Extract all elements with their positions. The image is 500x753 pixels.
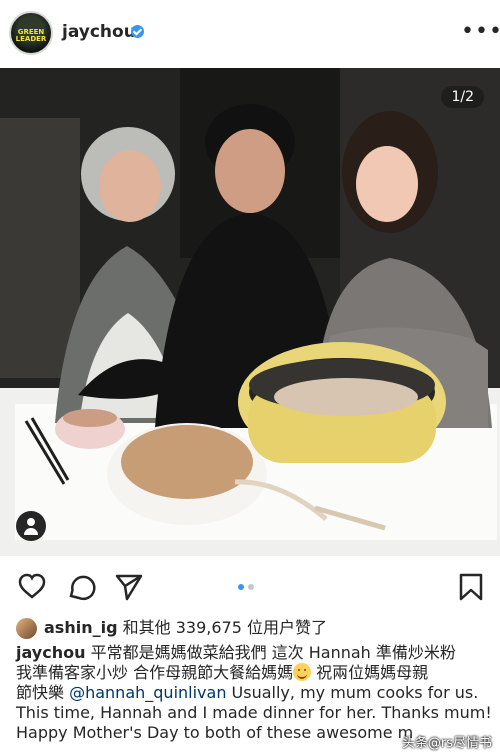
profile-avatar[interactable]: GREEN LEADER <box>9 11 53 55</box>
comment-icon[interactable] <box>66 572 96 602</box>
user-tag-icon[interactable] <box>16 511 46 541</box>
avatar-logo-text: GREEN LEADER <box>15 28 47 43</box>
bookmark-icon[interactable] <box>456 572 486 602</box>
post-header: GREEN LEADER jaychou ••• <box>0 0 500 68</box>
likes-text: ashin_ig 和其他 339,675 位用户赞了 <box>44 616 327 640</box>
caption-username[interactable]: jaychou <box>16 643 85 662</box>
caption-text-3b: Usually, my mum cooks for us. <box>226 683 479 702</box>
caption-line-3: 節快樂 @hannah_quinlivan Usually, my mum co… <box>16 683 486 703</box>
caption-line-1: jaychou 平常都是媽媽做菜給我們 這次 Hannah 準備炒米粉 <box>16 643 486 663</box>
caption-line-2: 我準備客家小炒 合作母親節大餐給媽媽 祝兩位媽媽母親 <box>16 663 486 683</box>
verified-badge-icon <box>131 25 144 38</box>
likes-summary: ashin_ig 和其他 339,675 位用户赞了 <box>16 616 486 640</box>
liker-username[interactable]: ashin_ig <box>44 618 118 637</box>
post-caption: jaychou 平常都是媽媽做菜給我們 這次 Hannah 準備炒米粉 我準備客… <box>16 643 492 743</box>
photo-illustration <box>0 68 500 556</box>
source-watermark: 头条@rs尽情书 <box>401 736 492 751</box>
smiley-emoji-icon <box>293 663 312 681</box>
post-username[interactable]: jaychou <box>62 22 136 42</box>
heart-icon[interactable] <box>17 572 47 602</box>
caption-text-2: 我準備客家小炒 合作母親節大餐給媽媽 <box>16 663 294 682</box>
caption-text-1: 平常都是媽媽做菜給我們 這次 Hannah 準備炒米粉 <box>85 643 456 662</box>
caption-line-4: This time, Hannah and I made dinner for … <box>16 703 492 722</box>
likes-count-text: 和其他 339,675 位用户赞了 <box>117 618 327 637</box>
post-photo[interactable]: 1/2 <box>0 68 500 556</box>
caption-text-3a: 節快樂 <box>16 683 70 702</box>
carousel-dot-active <box>238 584 244 590</box>
caption-mention[interactable]: @hannah_quinlivan <box>69 683 226 702</box>
caption-text-2b: 祝兩位媽媽母親 <box>311 663 429 682</box>
liker-avatar[interactable] <box>16 618 37 639</box>
carousel-dot-inactive <box>248 584 254 590</box>
more-options-icon[interactable]: ••• <box>461 21 500 43</box>
image-counter: 1/2 <box>441 86 484 108</box>
share-icon[interactable] <box>114 572 144 602</box>
